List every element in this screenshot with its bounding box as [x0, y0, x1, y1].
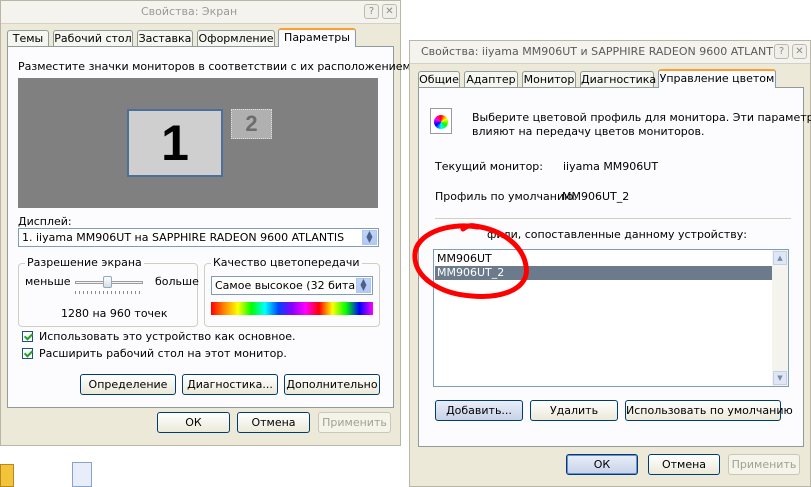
tab-monitor[interactable]: Монитор: [522, 71, 576, 87]
tab-adapter[interactable]: Адаптер: [464, 71, 518, 87]
default-profile-label: Профиль по умолчанию:: [435, 190, 578, 203]
identify-button[interactable]: Определение: [80, 374, 176, 395]
display-ok-button[interactable]: ОК: [157, 412, 230, 433]
primary-device-checkbox[interactable]: [22, 331, 33, 342]
tab-screensaver[interactable]: Заставка: [137, 30, 193, 46]
troubleshoot-button[interactable]: Диагностика...: [182, 374, 278, 395]
tab-desktop[interactable]: Рабочий стол: [53, 30, 133, 46]
display-properties-window: Свойства: Экран ? ✕ Темы Рабочий стол За…: [0, 0, 414, 446]
display-select[interactable]: 1. iiyama MM906UT на SAPPHIRE RADEON 960…: [18, 228, 379, 247]
monitor-ok-button[interactable]: ОК: [566, 454, 638, 475]
resolution-slider-thumb[interactable]: [103, 276, 112, 288]
current-monitor-value: iiyama MM906UT: [563, 160, 659, 173]
help-icon[interactable]: ?: [364, 4, 379, 19]
chevron-updown-icon: ▲ ▼: [356, 278, 371, 293]
resolution-more-label: больше: [155, 275, 199, 288]
monitor-1-icon[interactable]: 1: [127, 109, 223, 177]
color-management-panel: Выберите цветовой профиль для монитора. …: [418, 87, 811, 447]
default-profile-value: MM906UT_2: [562, 190, 630, 203]
current-monitor-label: Текущий монитор:: [435, 160, 543, 173]
resolution-less-label: меньше: [25, 275, 71, 288]
extend-desktop-checkbox[interactable]: [22, 348, 33, 359]
chevron-updown-icon: ▲ ▼: [362, 230, 377, 245]
tab-appearance[interactable]: Оформление: [197, 30, 275, 46]
color-description-line1: Выберите цветовой профиль для монитора. …: [472, 111, 811, 124]
scroll-up-icon[interactable]: ▲: [773, 251, 787, 265]
display-apply-button[interactable]: Применить: [318, 412, 391, 433]
color-quality-group: Качество цветопередачи Самое высокое (32…: [204, 256, 380, 327]
help-icon[interactable]: ?: [774, 44, 789, 59]
close-icon[interactable]: ✕: [792, 44, 807, 59]
tab-settings[interactable]: Параметры: [278, 28, 356, 47]
profile-list-item[interactable]: MM906UT: [437, 252, 492, 266]
set-default-profile-button[interactable]: Использовать по умолчанию: [625, 400, 793, 421]
remove-profile-button[interactable]: Удалить: [530, 400, 618, 421]
monitor-window-title: Свойства: iiyama MM906UT и SAPPHIRE RADE…: [421, 45, 784, 58]
monitor-cancel-button[interactable]: Отмена: [648, 454, 720, 475]
profiles-listbox[interactable]: MM906UT MM906UT_2 ▲ ▼: [433, 249, 789, 387]
close-icon[interactable]: ✕: [382, 4, 397, 19]
monitor-1-number: 1: [161, 115, 189, 171]
advanced-button[interactable]: Дополнительно: [284, 374, 380, 395]
resolution-slider-ticks: [75, 291, 143, 294]
monitor-arrangement-area: 1 2: [18, 78, 378, 208]
tab-color-management[interactable]: Управление цветом: [658, 69, 776, 88]
color-description-line2: влияют на передачу цветов мониторов.: [472, 125, 705, 138]
tab-troubleshoot[interactable]: Диагностика: [580, 71, 656, 87]
tab-general[interactable]: Общие: [418, 71, 460, 87]
display-label: Дисплей:: [18, 215, 72, 228]
display-cancel-button[interactable]: Отмена: [237, 412, 310, 433]
resolution-group-label: Разрешение экрана: [25, 256, 144, 269]
color-quality-value: Самое высокое (32 бита): [215, 279, 360, 292]
display-titlebar[interactable]: Свойства: Экран ? ✕: [1, 1, 400, 24]
color-spectrum-bar: [211, 302, 373, 315]
scroll-down-icon[interactable]: ▼: [773, 371, 787, 385]
monitor-properties-window: Свойства: iiyama MM906UT и SAPPHIRE RADE…: [409, 40, 811, 487]
profiles-scrollbar[interactable]: ▲ ▼: [772, 250, 788, 386]
color-profile-icon: [430, 108, 452, 134]
primary-device-label[interactable]: Использовать это устройство как основное…: [39, 330, 295, 343]
desktop-file-icon[interactable]: [0, 464, 14, 487]
tab-themes[interactable]: Темы: [7, 30, 49, 46]
monitor-2-number: 2: [245, 111, 258, 136]
profiles-list-label: фили, сопоставленные данному устройству:: [487, 228, 747, 241]
color-quality-group-label: Качество цветопередачи: [211, 256, 362, 269]
resolution-group: Разрешение экрана меньше больше 1280 на …: [18, 256, 199, 327]
monitor-apply-button[interactable]: Применить: [728, 454, 800, 475]
resolution-value: 1280 на 960 точек: [61, 307, 168, 320]
settings-panel: Разместите значки мониторов в соответств…: [7, 46, 414, 408]
profiles-separator: [435, 218, 791, 219]
add-profile-button[interactable]: Добавить...: [435, 400, 523, 421]
monitor-instruction: Разместите значки мониторов в соответств…: [18, 60, 415, 73]
monitor-2-icon[interactable]: 2: [231, 109, 272, 139]
desktop-document-icon[interactable]: [72, 462, 92, 487]
display-select-value: 1. iiyama MM906UT на SAPPHIRE RADEON 960…: [22, 231, 345, 244]
display-window-title: Свойства: Экран: [141, 5, 238, 18]
color-quality-select[interactable]: Самое высокое (32 бита) ▲ ▼: [211, 276, 373, 295]
monitor-titlebar[interactable]: Свойства: iiyama MM906UT и SAPPHIRE RADE…: [410, 41, 810, 64]
profile-list-item-selected[interactable]: MM906UT_2: [435, 266, 772, 280]
extend-desktop-label[interactable]: Расширить рабочий стол на этот монитор.: [39, 347, 287, 360]
